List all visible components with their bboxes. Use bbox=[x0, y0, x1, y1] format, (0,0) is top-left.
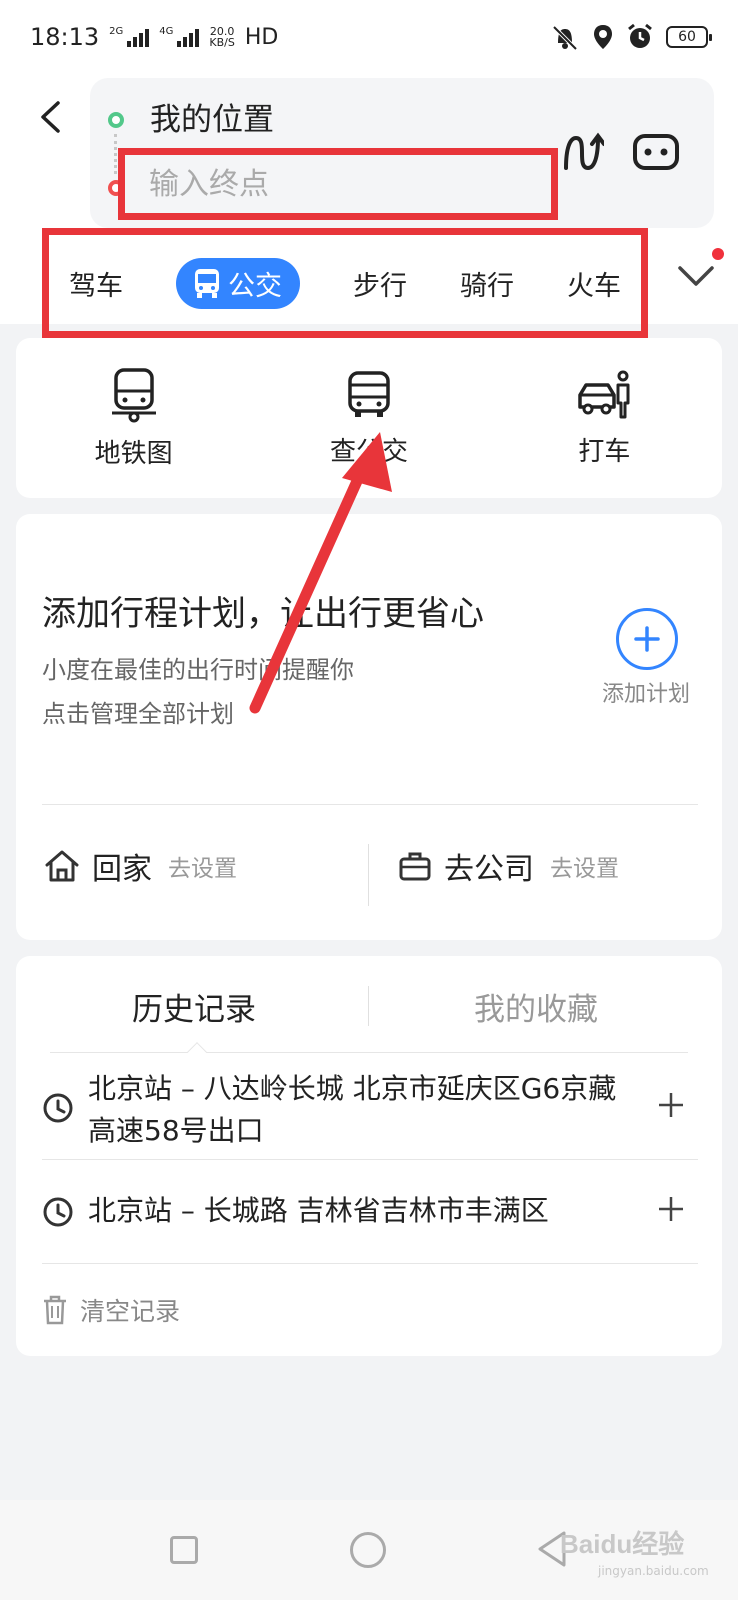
status-left: 18:13 2G 4G 20.0 KB/S HD bbox=[30, 23, 278, 51]
work-set-label: 去设置 bbox=[550, 856, 619, 882]
home-shortcut[interactable]: 回家 去设置 bbox=[44, 844, 237, 888]
swap-route-button[interactable] bbox=[560, 128, 606, 178]
check-bus-button[interactable]: 查公交 bbox=[251, 338, 486, 498]
vibrate-off-icon bbox=[552, 25, 578, 51]
taxi-icon bbox=[578, 370, 630, 418]
clock-icon bbox=[43, 1197, 73, 1227]
plan-subtitle: 小度在最佳的出行时间提醒你 bbox=[42, 656, 354, 684]
history-item[interactable]: 北京站 – 长城路 吉林省吉林市丰满区 bbox=[42, 1160, 698, 1264]
history-item-text: 北京站 – 八达岭长城 北京市延庆区G6京藏高速58号出口 bbox=[88, 1072, 617, 1147]
route-header: 我的位置 驾车 公交 bbox=[0, 74, 738, 338]
start-location[interactable]: 我的位置 bbox=[150, 94, 274, 139]
expand-modes-button[interactable] bbox=[676, 260, 722, 300]
watermark-url: jingyan.baidu.com bbox=[598, 1564, 709, 1578]
start-dot-icon bbox=[108, 112, 124, 128]
briefcase-icon bbox=[399, 852, 431, 881]
taxi-button[interactable]: 打车 bbox=[487, 338, 722, 498]
tab-bike[interactable]: 骑行 bbox=[460, 264, 514, 303]
bus-icon bbox=[195, 269, 219, 298]
signal-icon-sim2: 4G bbox=[159, 27, 200, 47]
swap-icon bbox=[564, 132, 606, 171]
recent-apps-button[interactable] bbox=[170, 1536, 198, 1564]
clock-icon bbox=[43, 1093, 73, 1123]
work-label: 去公司 bbox=[444, 852, 534, 887]
back-arrow-icon bbox=[41, 101, 60, 133]
notification-dot bbox=[712, 248, 724, 260]
shortcut-divider bbox=[368, 844, 369, 906]
tab-walk[interactable]: 步行 bbox=[353, 264, 407, 303]
subway-map-button[interactable]: 地铁图 bbox=[16, 338, 251, 498]
history-header-line bbox=[50, 1052, 688, 1053]
status-bar: 18:13 2G 4G 20.0 KB/S HD 60 bbox=[0, 0, 738, 74]
alarm-icon bbox=[628, 23, 652, 48]
add-plan-button[interactable] bbox=[616, 608, 678, 670]
home-icon bbox=[45, 850, 79, 882]
route-input-box: 我的位置 bbox=[90, 78, 714, 228]
tab-favorites[interactable]: 我的收藏 bbox=[474, 984, 598, 1029]
plan-divider bbox=[42, 804, 698, 805]
history-item[interactable]: 北京站 – 八达岭长城 北京市延庆区G6京藏高速58号出口 bbox=[42, 1056, 698, 1160]
subway-icon bbox=[111, 367, 156, 422]
tab-history[interactable]: 历史记录 bbox=[132, 984, 256, 1029]
work-shortcut[interactable]: 去公司 去设置 bbox=[398, 844, 619, 888]
subway-map-label: 地铁图 bbox=[94, 438, 173, 469]
tab-train[interactable]: 火车 bbox=[567, 264, 621, 303]
tab-drive[interactable]: 驾车 bbox=[69, 264, 123, 303]
trash-icon bbox=[44, 1295, 66, 1325]
battery-icon: 60 bbox=[666, 26, 712, 48]
tab-bus-label: 公交 bbox=[228, 270, 282, 302]
plus-icon bbox=[634, 626, 660, 652]
destination-input[interactable] bbox=[118, 148, 558, 220]
status-time: 18:13 bbox=[30, 23, 100, 51]
plan-title: 添加行程计划，让出行更省心 bbox=[42, 594, 484, 634]
route-options-button[interactable] bbox=[630, 126, 682, 178]
hd-label: HD bbox=[244, 24, 279, 50]
taxi-label: 打车 bbox=[578, 436, 631, 467]
clear-history-label: 清空记录 bbox=[80, 1297, 181, 1326]
check-bus-label: 查公交 bbox=[329, 436, 408, 467]
history-item-text: 北京站 – 长城路 吉林省吉林市丰满区 bbox=[88, 1194, 549, 1227]
status-right: 60 bbox=[550, 23, 712, 51]
trip-plan-card: 添加行程计划，让出行更省心 小度在最佳的出行时间提醒你 点击管理全部计划 添加计… bbox=[16, 514, 722, 940]
signal-icon-sim1: 2G bbox=[109, 27, 150, 47]
home-set-label: 去设置 bbox=[168, 856, 237, 882]
history-card: 历史记录 我的收藏 北京站 – 八达岭长城 北京市延庆区G6京藏高速58号出口 … bbox=[16, 956, 722, 1356]
tab-bus[interactable]: 公交 bbox=[176, 257, 300, 309]
add-plan-label[interactable]: 添加计划 bbox=[602, 676, 690, 708]
bus-outline-icon bbox=[348, 370, 390, 417]
add-waypoint-icon[interactable] bbox=[656, 1090, 686, 1120]
network-speed: 20.0 KB/S bbox=[209, 25, 235, 49]
baidu-watermark: Baidu经验 bbox=[560, 1529, 685, 1559]
home-label: 回家 bbox=[92, 852, 152, 887]
back-button[interactable] bbox=[30, 92, 70, 142]
location-icon bbox=[594, 25, 612, 49]
home-button[interactable] bbox=[350, 1532, 386, 1568]
quick-actions-card: 地铁图 查公交 打车 bbox=[16, 338, 722, 498]
history-tab-divider bbox=[368, 986, 369, 1026]
toggle-icon bbox=[633, 134, 679, 170]
transport-mode-tabs: 驾车 公交 步行 骑行 火车 bbox=[42, 228, 648, 338]
clear-history-button[interactable]: 清空记录 bbox=[42, 1292, 180, 1328]
manage-plans-link[interactable]: 点击管理全部计划 bbox=[42, 694, 234, 729]
chevron-down-icon bbox=[678, 266, 714, 286]
add-waypoint-icon[interactable] bbox=[656, 1194, 686, 1224]
